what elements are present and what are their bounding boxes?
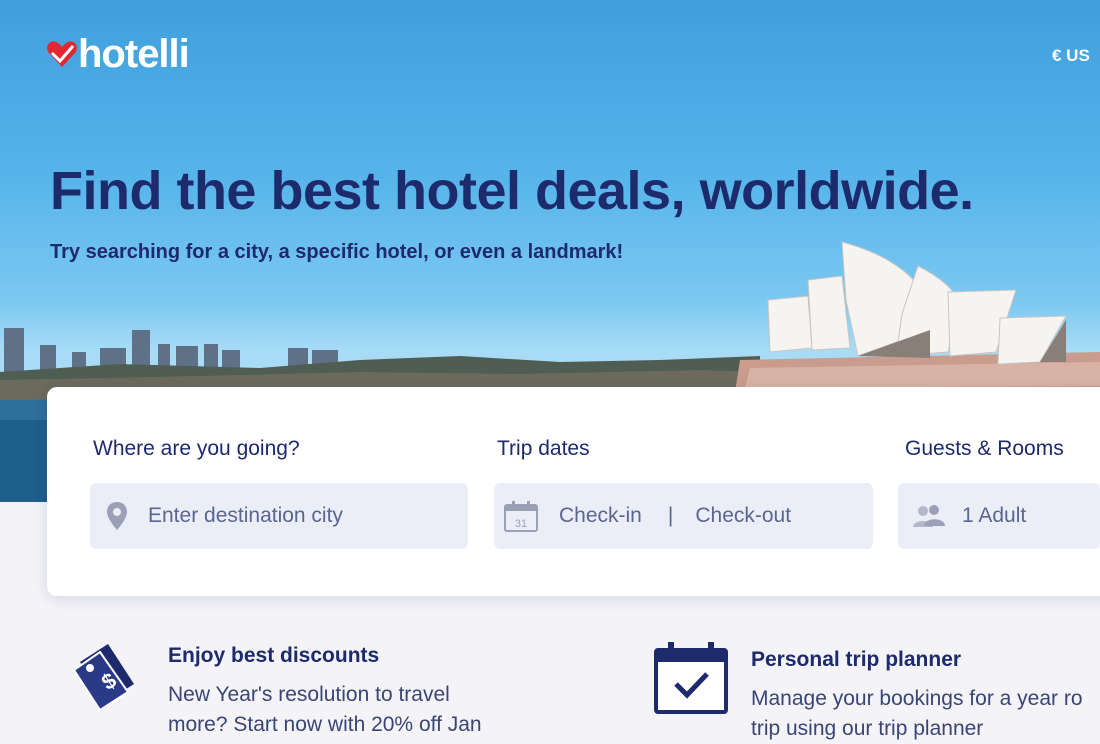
calendar-check-icon xyxy=(654,642,728,714)
trip-dates-label: Trip dates xyxy=(497,437,590,460)
date-separator: | xyxy=(667,504,674,527)
page-subtitle: Try searching for a city, a specific hot… xyxy=(50,241,624,263)
location-pin-icon xyxy=(104,501,130,531)
feature-trip-planner-line-2: trip using our trip planner xyxy=(751,717,984,740)
check-in-field[interactable]: Check-in xyxy=(559,504,642,528)
feature-discounts-line-1: New Year's resolution to travel xyxy=(168,683,450,706)
destination-input[interactable]: Enter destination city xyxy=(90,483,468,549)
guests-value: 1 Adult xyxy=(962,504,1027,527)
currency-selector[interactable]: € US xyxy=(1052,46,1090,66)
feature-discounts-line-2: more? Start now with 20% off Jan xyxy=(168,713,482,736)
heart-check-logo-icon xyxy=(47,41,77,67)
trip-dates-input[interactable]: 31 Check-in | Check-out xyxy=(494,483,873,549)
guests-rooms-input[interactable]: 1 Adult xyxy=(898,483,1100,549)
destination-label: Where are you going? xyxy=(93,437,300,460)
calendar-icon: 31 xyxy=(503,500,539,532)
check-out-field[interactable]: Check-out xyxy=(695,504,791,528)
page-title: Find the best hotel deals, worldwide. xyxy=(50,161,974,221)
feature-trip-planner-title: Personal trip planner xyxy=(751,648,962,671)
feature-trip-planner-line-1: Manage your bookings for a year ro xyxy=(751,687,1083,710)
destination-placeholder: Enter destination city xyxy=(148,504,343,527)
features-section: $ Enjoy best discounts New Year's resolu… xyxy=(0,600,1100,740)
price-tag-icon: $ xyxy=(74,644,134,712)
people-icon xyxy=(912,504,946,528)
search-card: Where are you going? Enter destination c… xyxy=(47,387,1100,596)
feature-discounts-title: Enjoy best discounts xyxy=(168,644,380,667)
calendar-day-number: 31 xyxy=(515,518,527,530)
guests-rooms-label: Guests & Rooms xyxy=(905,437,1064,460)
logo-text: hotelli xyxy=(78,32,190,76)
hotelli-logo[interactable]: hotelli xyxy=(46,32,190,76)
